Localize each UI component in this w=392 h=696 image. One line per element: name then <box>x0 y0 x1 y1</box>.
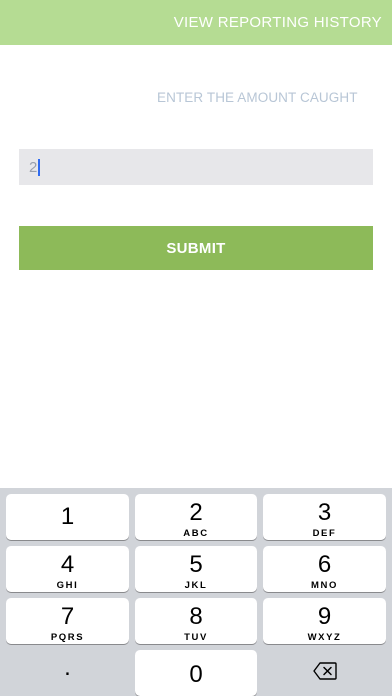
backspace-key[interactable] <box>263 650 386 696</box>
key-1[interactable]: 1 <box>6 494 129 540</box>
key-3-number: 3 <box>317 499 332 526</box>
key-5-letters: JKL <box>184 580 208 591</box>
key-6-number: 6 <box>317 551 332 578</box>
submit-button[interactable]: SUBMIT <box>19 226 373 270</box>
key-1-number: 1 <box>60 503 75 530</box>
key-2-letters: ABC <box>183 528 209 539</box>
key-8-letters: TUV <box>184 632 208 643</box>
key-0[interactable]: 0 <box>135 650 257 696</box>
key-4-number: 4 <box>60 551 75 578</box>
key-decimal[interactable]: . <box>6 650 129 696</box>
backspace-icon <box>312 661 337 685</box>
key-8[interactable]: 8 TUV <box>135 598 257 644</box>
key-5-number: 5 <box>189 551 203 578</box>
key-3-letters: DEF <box>312 528 337 539</box>
key-2-number: 2 <box>189 499 203 526</box>
key-2[interactable]: 2 ABC <box>135 494 257 540</box>
key-5[interactable]: 5 JKL <box>135 546 257 592</box>
key-0-number: 0 <box>189 661 203 688</box>
key-decimal-symbol: . <box>64 654 71 681</box>
key-6-letters: MNO <box>311 580 338 591</box>
key-6[interactable]: 6 MNO <box>263 546 386 592</box>
view-reporting-history-link[interactable]: VIEW REPORTING HISTORY <box>174 14 382 31</box>
numeric-keypad: 1 2 ABC 3 DEF 4 GHI 5 JKL 6 MNO 7 PQRS 8… <box>0 488 392 696</box>
top-bar: VIEW REPORTING HISTORY <box>0 0 392 45</box>
text-caret <box>38 158 41 176</box>
key-7-letters: PQRS <box>50 632 85 643</box>
key-8-number: 8 <box>189 603 203 630</box>
key-4-letters: GHI <box>56 580 79 591</box>
amount-prompt-label: ENTER THE AMOUNT CAUGHT <box>157 90 358 105</box>
key-7[interactable]: 7 PQRS <box>6 598 129 644</box>
key-9-letters: WXYZ <box>307 632 342 643</box>
amount-input-value: 2 <box>29 158 38 176</box>
key-3[interactable]: 3 DEF <box>263 494 386 540</box>
key-4[interactable]: 4 GHI <box>6 546 129 592</box>
key-9[interactable]: 9 WXYZ <box>263 598 386 644</box>
key-9-number: 9 <box>317 603 332 630</box>
key-7-number: 7 <box>60 603 75 630</box>
amount-input[interactable]: 2 <box>19 149 373 185</box>
